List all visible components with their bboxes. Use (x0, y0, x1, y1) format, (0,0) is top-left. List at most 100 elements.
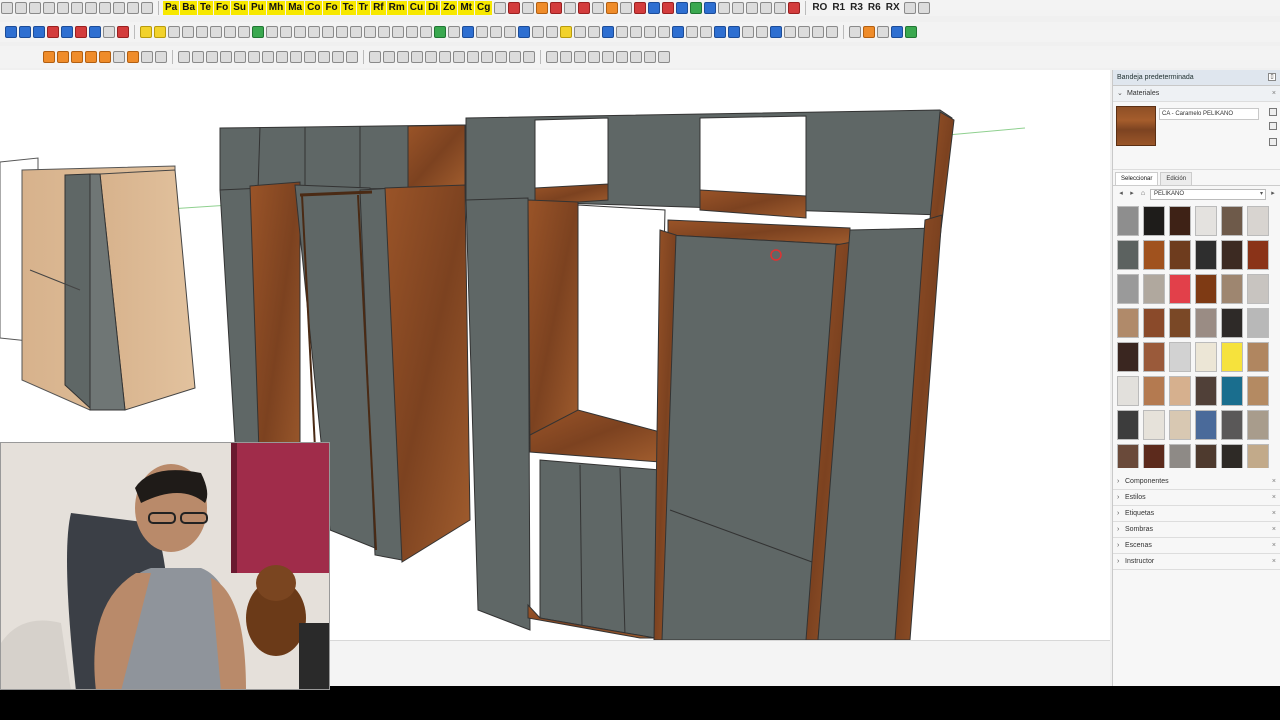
material-swatch[interactable] (1169, 206, 1191, 236)
toolbar-letter-button[interactable]: Rm (386, 1, 407, 15)
material-swatch[interactable] (1247, 376, 1269, 406)
print-icon[interactable] (127, 2, 139, 14)
close-icon[interactable]: × (1272, 554, 1276, 570)
toolbar-letter-button[interactable]: Ba (180, 1, 198, 15)
grid-icon[interactable] (849, 26, 861, 38)
gear-icon[interactable] (574, 51, 586, 63)
toolbar-letter-button[interactable]: Rf (371, 1, 386, 15)
box-icon[interactable] (178, 51, 190, 63)
tray-section-header[interactable]: › Etiquetas × (1113, 506, 1280, 522)
left-cabinet[interactable] (0, 157, 196, 411)
sandbox-icon[interactable] (462, 26, 474, 38)
swirl-icon[interactable] (411, 51, 423, 63)
edge-icon[interactable] (378, 26, 390, 38)
material-swatch[interactable] (1169, 240, 1191, 270)
solid-union-icon[interactable] (140, 26, 152, 38)
section-fill-icon[interactable] (588, 26, 600, 38)
material-swatch[interactable] (1117, 240, 1139, 270)
component-options-icon[interactable] (700, 26, 712, 38)
material-swatch[interactable] (1143, 240, 1165, 270)
x-ray-icon[interactable] (294, 26, 306, 38)
offset-icon[interactable] (620, 2, 633, 14)
box-icon[interactable] (346, 51, 358, 63)
swirl-icon[interactable] (523, 51, 535, 63)
gear-icon[interactable] (560, 51, 572, 63)
material-swatch[interactable] (1169, 376, 1191, 406)
section-plane-icon[interactable] (550, 2, 563, 14)
material-swatch[interactable] (1117, 444, 1139, 468)
open-file-icon[interactable] (15, 2, 27, 14)
add-location-icon[interactable] (434, 26, 446, 38)
toolbar-letter-button[interactable]: Te (198, 1, 213, 15)
top-view-icon[interactable] (718, 2, 731, 14)
swirl-icon[interactable] (495, 51, 507, 63)
line-icon[interactable] (61, 26, 73, 38)
tray-section-header[interactable]: › Sombras × (1113, 522, 1280, 538)
toolbar-letter-button[interactable]: Pu (248, 1, 266, 15)
paint-icon[interactable] (522, 2, 535, 14)
swirl-icon[interactable] (439, 51, 451, 63)
material-swatch[interactable] (1195, 206, 1217, 236)
outer-shell-icon[interactable] (210, 26, 222, 38)
extension-icon[interactable] (917, 2, 930, 14)
box-icon[interactable] (290, 51, 302, 63)
solid-trim-icon[interactable] (168, 26, 180, 38)
material-swatch[interactable] (1247, 410, 1269, 440)
back-arrow-icon[interactable]: ◂ (1117, 190, 1125, 198)
material-swatch[interactable] (1117, 206, 1139, 236)
hide-icon[interactable] (266, 26, 278, 38)
box-icon[interactable] (262, 51, 274, 63)
material-swatch[interactable] (1117, 274, 1139, 304)
smoove-icon[interactable] (504, 26, 516, 38)
copy-icon[interactable] (57, 2, 69, 14)
axes-icon[interactable] (602, 26, 614, 38)
style-builder-icon[interactable] (784, 26, 796, 38)
close-icon[interactable]: × (1272, 522, 1276, 538)
iso-view-icon[interactable] (704, 2, 717, 14)
box-icon[interactable] (206, 51, 218, 63)
material-swatch[interactable] (1143, 206, 1165, 236)
library-select[interactable]: PELIKANO ▾ (1150, 188, 1266, 200)
material-swatch[interactable] (1117, 342, 1139, 372)
material-swatch[interactable] (1221, 274, 1243, 304)
plugin-icon[interactable] (71, 51, 83, 63)
back-view-icon[interactable] (760, 2, 773, 14)
material-swatch[interactable] (1117, 376, 1139, 406)
solid-split-icon[interactable] (182, 26, 194, 38)
material-swatch[interactable] (1247, 274, 1269, 304)
box-icon[interactable] (220, 51, 232, 63)
plugin-icon[interactable] (155, 51, 167, 63)
look-around-icon[interactable] (560, 26, 572, 38)
tape-measure-icon[interactable] (634, 2, 647, 14)
geolocation-icon[interactable] (448, 26, 460, 38)
toolbar-letter-button[interactable]: Pa (163, 1, 180, 15)
gear-icon[interactable] (602, 51, 614, 63)
gear-icon[interactable] (546, 51, 558, 63)
gear-icon[interactable] (588, 51, 600, 63)
swirl-icon[interactable] (467, 51, 479, 63)
drape-icon[interactable] (476, 26, 488, 38)
material-swatch[interactable] (1195, 410, 1217, 440)
undo-icon[interactable] (99, 2, 111, 14)
material-swatch[interactable] (1221, 206, 1243, 236)
swirl-icon[interactable] (453, 51, 465, 63)
tab-edit[interactable]: Edición (1160, 172, 1193, 185)
close-icon[interactable]: × (1272, 490, 1276, 506)
dimension-icon[interactable] (494, 2, 507, 14)
toolbar-letter-button[interactable]: Ma (286, 1, 305, 15)
stamp-icon[interactable] (490, 26, 502, 38)
erase-icon[interactable] (85, 2, 97, 14)
box-icon[interactable] (192, 51, 204, 63)
zoom-extents-icon[interactable] (690, 2, 703, 14)
toolbar-letter-button[interactable]: Zo (441, 1, 458, 15)
material-swatch[interactable] (1221, 240, 1243, 270)
arc-icon[interactable] (47, 26, 59, 38)
tray-section-header[interactable]: › Instructor × (1113, 554, 1280, 570)
stop-icon[interactable] (578, 2, 591, 14)
solid-intersect-icon[interactable] (196, 26, 208, 38)
push-pull-icon[interactable] (33, 26, 45, 38)
right-view-icon[interactable] (746, 2, 759, 14)
match-photo-icon[interactable] (658, 26, 670, 38)
box-icon[interactable] (332, 51, 344, 63)
soften-edges-icon[interactable] (826, 26, 838, 38)
